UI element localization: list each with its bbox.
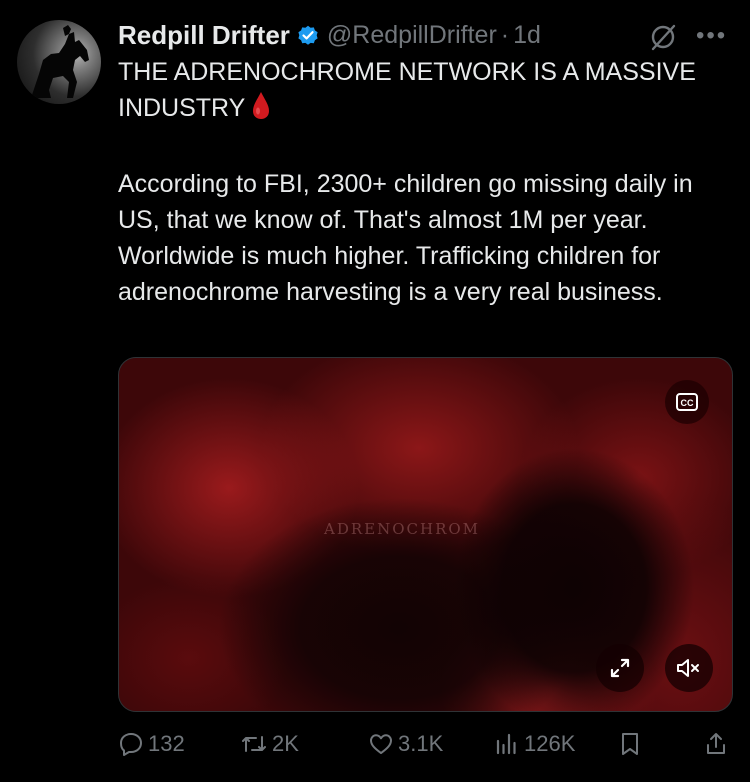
like-icon xyxy=(370,734,392,754)
author-name[interactable]: Redpill Drifter xyxy=(118,20,290,51)
share-button[interactable] xyxy=(704,727,732,761)
video-watermark: ADRENOCHROM xyxy=(324,520,481,538)
verified-badge-icon xyxy=(296,23,320,47)
tweet-actions: 132 2K 3.1K 126K xyxy=(118,727,730,761)
repost-icon xyxy=(242,736,266,752)
mute-icon xyxy=(677,659,699,677)
views-button[interactable]: 126K xyxy=(494,727,575,761)
svg-text:CC: CC xyxy=(681,398,694,408)
reply-button[interactable]: 132 xyxy=(118,727,185,761)
more-icon[interactable]: ••• xyxy=(696,24,728,48)
like-count: 3.1K xyxy=(398,731,444,756)
repost-count: 2K xyxy=(272,731,299,756)
blood-drop-emoji xyxy=(251,90,271,130)
author-handle[interactable]: @RedpillDrifter xyxy=(327,21,497,50)
views-count: 126K xyxy=(524,731,576,756)
tweet-title: THE ADRENOCHROME NETWORK IS A MASSIVE IN… xyxy=(118,54,738,130)
cc-icon: CC xyxy=(676,393,698,411)
cc-button[interactable]: CC xyxy=(665,380,709,424)
timestamp[interactable]: 1d xyxy=(513,21,541,50)
tweet-title-text: THE ADRENOCHROME NETWORK IS A MASSIVE IN… xyxy=(118,58,696,122)
reply-icon xyxy=(120,733,142,756)
expand-button[interactable] xyxy=(596,644,644,692)
separator: · xyxy=(500,20,510,49)
repost-button[interactable]: 2K xyxy=(240,727,299,761)
avatar[interactable] xyxy=(17,20,101,104)
reply-count: 132 xyxy=(148,731,185,756)
like-button[interactable]: 3.1K xyxy=(368,727,443,761)
tweet-text: THE ADRENOCHROME NETWORK IS A MASSIVE IN… xyxy=(118,54,738,310)
share-icon xyxy=(707,733,725,754)
tweet-body: According to FBI, 2300+ children go miss… xyxy=(118,170,693,306)
horse-rider-silhouette xyxy=(31,25,89,98)
expand-icon xyxy=(610,658,630,678)
bookmark-button[interactable] xyxy=(618,727,646,761)
tweet-header: Redpill Drifter @RedpillDrifter · 1d xyxy=(118,16,541,54)
mute-button[interactable] xyxy=(665,644,713,692)
views-icon xyxy=(496,733,516,755)
bookmark-icon xyxy=(622,733,638,755)
grok-icon[interactable] xyxy=(648,22,678,52)
video-player[interactable]: ADRENOCHROM CC xyxy=(118,357,733,712)
